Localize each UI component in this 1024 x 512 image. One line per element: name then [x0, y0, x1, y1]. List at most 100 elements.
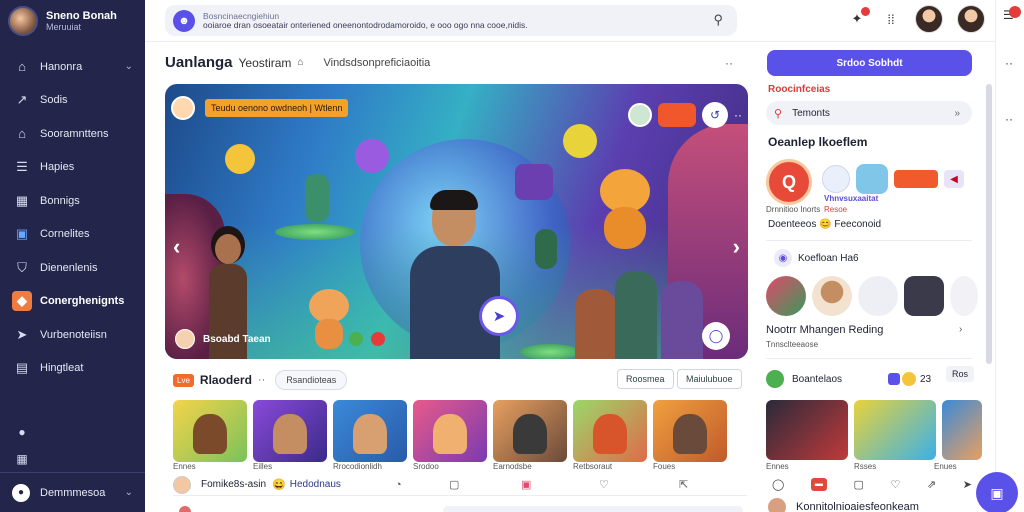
thumbnail-card[interactable] [854, 400, 936, 460]
robot-sticker [515, 164, 553, 200]
creator-avatar[interactable] [904, 276, 944, 316]
chevron-right-icon[interactable]: » [954, 108, 960, 119]
creator-avatar[interactable] [950, 276, 978, 316]
podcast-row[interactable]: Boantelaos 23 Ros [766, 366, 975, 388]
hero-banner[interactable]: Teudu oenono owdneoh | Wtlenn ↺ ·· ‹ › ➤… [165, 84, 748, 359]
thumbnail-card[interactable] [333, 400, 407, 462]
page-title-row: Uanlanga Yeostiram ⌂ Vindsdsonpreficiaoi… [165, 54, 430, 71]
chat-bubble-icon[interactable]: ◯ [702, 322, 730, 350]
app-icon[interactable] [822, 165, 850, 193]
sidebar-item-list[interactable]: ☰ Hapies [0, 151, 145, 185]
red-tag[interactable]: ▬ [810, 478, 827, 491]
toggle-icon[interactable]: ● [14, 424, 30, 440]
floating-platform [520, 344, 580, 359]
megaphone-icon[interactable]: ◀ [944, 170, 964, 188]
primary-action-button[interactable]: Srdoo Sobhdt [767, 50, 972, 76]
sidebar-item-label: Sodis [40, 94, 68, 107]
send-icon[interactable]: ➤ [963, 478, 972, 491]
sidebar-item-label: Cornelites [40, 228, 90, 241]
creator-avatar[interactable] [858, 276, 898, 316]
chevron-down-icon[interactable]: ⌄ [125, 61, 133, 72]
chevron-left-icon[interactable]: ‹ [173, 234, 180, 260]
comment-icon[interactable]: ◯ [772, 478, 784, 491]
search-icon[interactable]: ⚲ [713, 12, 723, 28]
thumbnail-card[interactable] [413, 400, 487, 462]
app-icon[interactable] [856, 164, 888, 194]
hero-badge: Teudu oenono owdneoh | Wtlenn [171, 96, 349, 120]
thumbnail-card[interactable] [653, 400, 727, 462]
more-options-icon[interactable]: ·· [734, 108, 742, 122]
chat-fab-button[interactable]: ▣ [976, 472, 1018, 512]
share-icon[interactable]: ↺ [702, 102, 728, 128]
creator-avatar[interactable] [812, 276, 852, 316]
heart-icon[interactable]: ♡ [599, 478, 609, 491]
thumbnail-card[interactable] [493, 400, 567, 462]
sidebar-item-grid[interactable]: ▦ Bonnigs [0, 184, 145, 218]
more-options-icon[interactable]: ·· [725, 56, 733, 70]
chevron-right-icon[interactable]: › [733, 234, 740, 260]
filter-button[interactable]: Roosmea [617, 369, 674, 389]
podcast-button[interactable]: Ros [946, 366, 975, 382]
thumbnail-card[interactable] [573, 400, 647, 462]
avatar[interactable] [175, 329, 195, 349]
sidebar-item-shield[interactable]: ⛉ Dienenlenis [0, 251, 145, 285]
avatar[interactable] [915, 5, 943, 33]
sidebar-item-briefcase[interactable]: ⌂ Sooramnttens [0, 117, 145, 151]
avatar[interactable] [171, 96, 195, 120]
chevron-right-icon[interactable]: › [959, 324, 962, 335]
apps-grid-icon[interactable]: ⁞⁞ [881, 9, 901, 29]
search-bar[interactable]: ☻ Bosncinaecngiehiun ooiaroe dran osoeat… [165, 5, 737, 36]
sidebar-item-calendar[interactable]: ▣ Cornelites [0, 218, 145, 252]
filter-button[interactable]: Maiulubuoe [677, 369, 742, 389]
play-icon[interactable]: ➤ [479, 296, 519, 336]
notification-icon[interactable]: ✦ [847, 7, 870, 29]
right-search-input[interactable]: ⚲ Temonts » [766, 101, 972, 125]
channel-meta: Drnnitioo Inorts [766, 205, 821, 214]
creator-avatar[interactable] [766, 276, 806, 316]
scrollbar[interactable] [986, 84, 992, 364]
feed-tag[interactable]: Hedodnaus [290, 479, 341, 490]
more-options-icon[interactable]: ·· [1005, 56, 1013, 70]
sidebar-item-label: Sooramnttens [40, 127, 109, 140]
heart-icon[interactable]: ♡ [891, 478, 901, 491]
thumbnail-caption: Ennes [173, 462, 196, 471]
sidebar-item-trending[interactable]: ↗ Sodis [0, 84, 145, 118]
comment-icon[interactable]: ◔ [395, 479, 402, 491]
share-icon[interactable]: ⇗ [927, 478, 936, 491]
share-icon[interactable]: ⇱ [679, 478, 688, 491]
sidebar-item-send[interactable]: ➤ Vurbenoteiisn [0, 318, 145, 352]
character-sticker [305, 174, 329, 222]
bookmark-icon[interactable]: ▢ [854, 478, 864, 491]
brand[interactable]: Sneno Bonah Meruuiat [8, 6, 117, 36]
avatar-secondary[interactable] [957, 5, 985, 33]
search-input[interactable]: ooiaroe dran osoeatair onteriened oneeno… [203, 20, 528, 30]
filter-chip[interactable]: Rsandioteas [275, 370, 348, 390]
right-panel: Srdoo Sobhdt Roocinfceias ⚲ Temonts » Oe… [766, 42, 982, 512]
avatar[interactable] [173, 475, 191, 494]
sidebar-item-document[interactable]: ▤ Hingtleat [0, 352, 145, 386]
more-options-icon[interactable]: ·· [1005, 112, 1013, 126]
account-switcher[interactable]: ● Demmmesoa ⌄ [0, 472, 145, 512]
thumbnail-card[interactable] [766, 400, 848, 460]
more-options-icon[interactable]: ·· [258, 374, 265, 386]
thumbnail-card[interactable] [173, 400, 247, 462]
thumbnail-caption: Retbsoraut [573, 462, 613, 471]
calendar-icon: ▣ [15, 226, 29, 242]
feed-row[interactable]: Fomike8s-asin 😄 Hedodnaus ◔ ▢ ▣ ♡ ⇱ [173, 474, 747, 496]
sidebar-item-home[interactable]: ⌂ Hanonra ⌄ [0, 50, 145, 84]
info-icon[interactable]: ⌂ [297, 57, 303, 68]
channel-logo[interactable]: Q [766, 159, 812, 205]
avatar[interactable] [628, 103, 652, 127]
right-footer[interactable]: Konnitolnioaiesfeonkeam [768, 498, 919, 512]
thumbnail-card[interactable] [253, 400, 327, 462]
home-icon: ⌂ [18, 59, 26, 75]
sidebar-item-games[interactable]: ◆ Conerghenignts [0, 285, 145, 319]
thumbnail-card[interactable] [942, 400, 982, 460]
page-subtitle: Vindsdsonpreficiaoitia [323, 56, 431, 69]
app-icon[interactable] [894, 170, 938, 188]
grid-small-icon[interactable]: ▦ [14, 451, 30, 467]
chat-row[interactable]: ◉ Koefloan Ha6 [774, 249, 859, 267]
video-icon[interactable]: ▣ [521, 478, 531, 491]
avatar[interactable] [768, 498, 786, 512]
bookmark-icon[interactable]: ▢ [449, 478, 459, 491]
